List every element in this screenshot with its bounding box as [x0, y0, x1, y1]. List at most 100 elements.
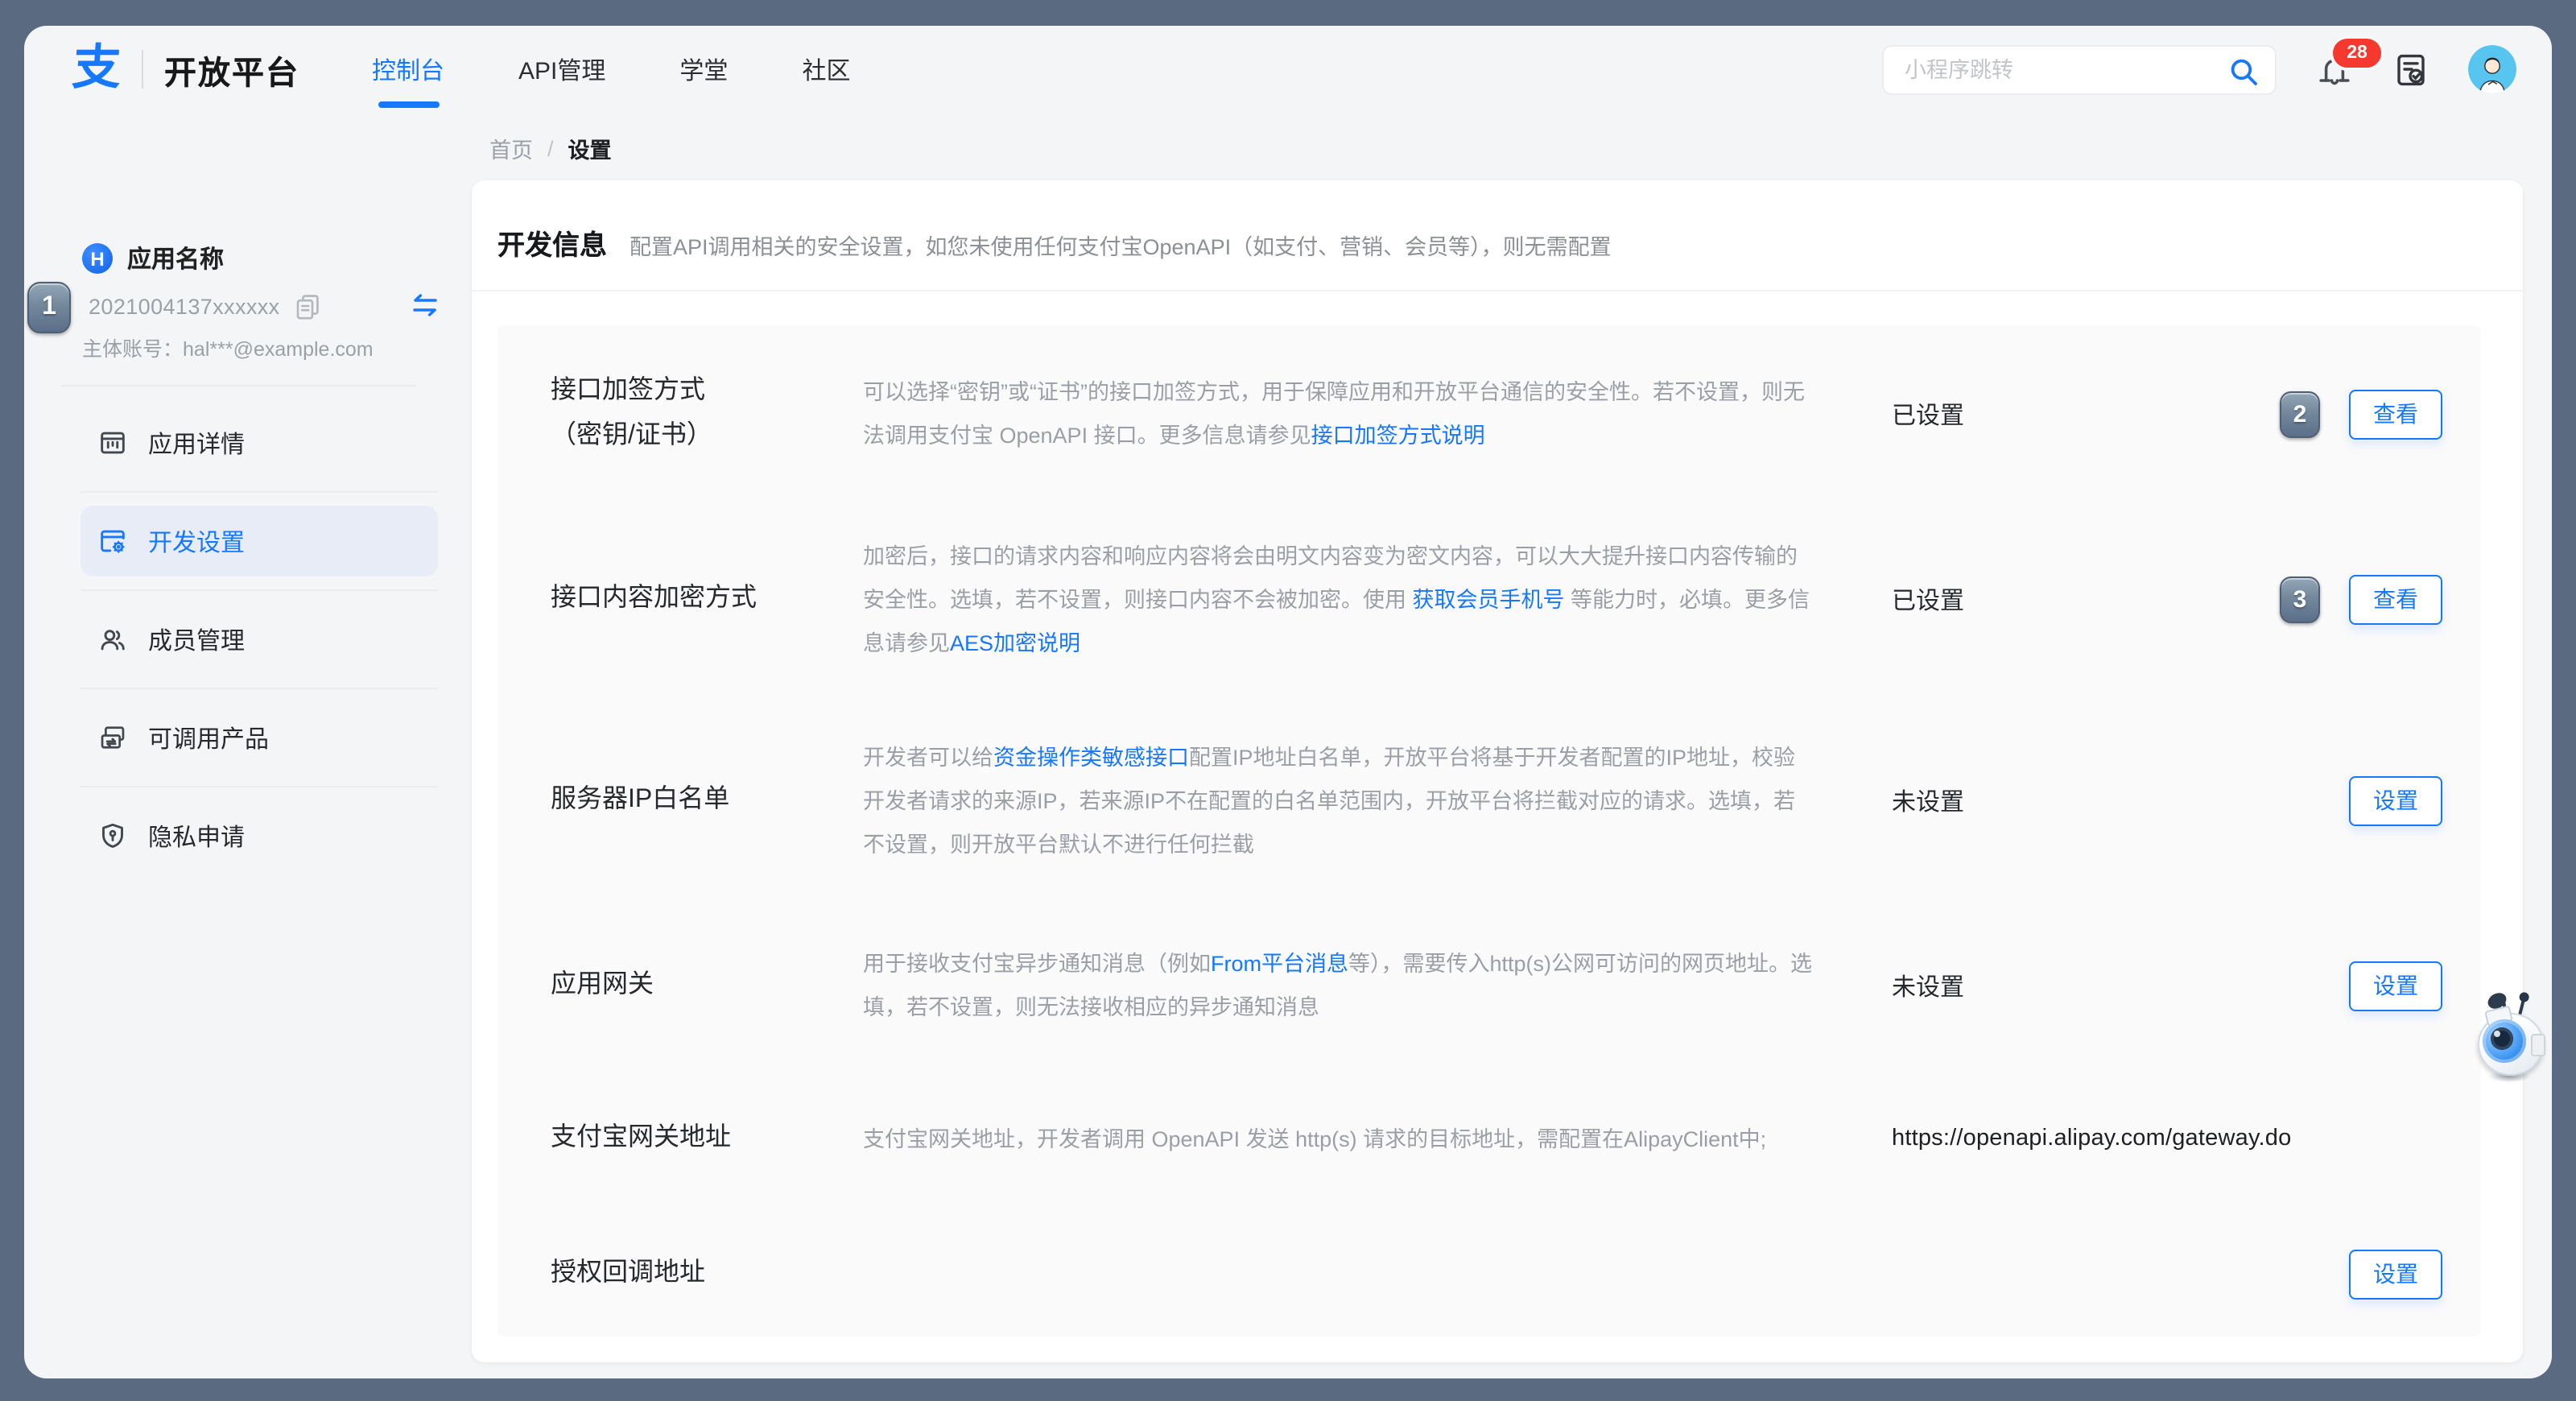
sidebar-divider [80, 688, 438, 689]
inline-link[interactable]: 获取会员手机号 [1413, 587, 1565, 611]
settings-row-3: 服务器IP白名单 开发者可以给资金操作类敏感接口配置IP地址白名单，开放平台将基… [497, 696, 2481, 905]
header-divider [472, 290, 2523, 291]
logo-divider [142, 50, 143, 89]
copy-icon[interactable] [295, 292, 320, 320]
app-avatar: H [82, 243, 113, 274]
sidebar-item-label: 开发设置 [148, 524, 245, 558]
setting-actions: 设置 [2349, 1249, 2442, 1299]
setting-actions: 设置 [2349, 961, 2442, 1010]
setting-action-button[interactable]: 设置 [2349, 961, 2442, 1010]
settings-row-4: 应用网关 用于接收支付宝异步通知消息（例如From平台消息等），需要传入http… [497, 905, 2481, 1066]
card-header: 开发信息 配置API调用相关的安全设置，如您未使用任何支付宝OpenAPI（如支… [497, 222, 2497, 262]
setting-status: 未设置 [1892, 969, 2349, 1002]
sidebar-item-2[interactable]: 开发设置 [80, 506, 438, 577]
setting-label: 应用网关 [551, 963, 863, 1008]
sidebar-item-3[interactable]: 成员管理 [80, 604, 438, 675]
todo-list-icon [2392, 51, 2429, 88]
brand-title[interactable]: 开放平台 [164, 46, 299, 93]
inline-link[interactable]: 接口加签方式说明 [1311, 424, 1485, 448]
setting-label: 接口内容加密方式 [551, 577, 863, 622]
sidebar: H 应用名称 2021004137xxxxxx [24, 129, 472, 1378]
step-badge-1: 1 [27, 282, 71, 333]
setting-description: 开发者可以给资金操作类敏感接口配置IP地址白名单，开放平台将基于开发者配置的IP… [863, 735, 1813, 866]
sidebar-divider [80, 491, 438, 493]
sidebar-item-label: 隐私申请 [148, 819, 245, 853]
setting-action-button[interactable]: 设置 [2349, 775, 2442, 825]
settings-panel: 接口加签方式（密钥/证书） 可以选择“密钥”或“证书”的接口加签方式，用于保障应… [497, 325, 2481, 1337]
page-subtitle: 配置API调用相关的安全设置，如您未使用任何支付宝OpenAPI（如支付、营销、… [630, 229, 1612, 261]
breadcrumb-home[interactable]: 首页 [489, 132, 533, 164]
dev-info-card: 开发信息 配置API调用相关的安全设置，如您未使用任何支付宝OpenAPI（如支… [472, 180, 2523, 1362]
app-name: 应用名称 [127, 242, 224, 275]
app-id-line: 2021004137xxxxxx [89, 291, 446, 320]
settings-row-6: 授权回调地址 设置 [497, 1211, 2481, 1337]
search-icon[interactable] [2228, 56, 2259, 86]
setting-description: 可以选择“密钥”或“证书”的接口加签方式，用于保障应用和开放平台通信的安全性。若… [863, 370, 1813, 457]
sidebar-divider [80, 786, 438, 787]
sidebar-menu: 应用详情 开发设置 成员管理 可调用产品 隐私申请 [80, 407, 438, 871]
setting-action-button[interactable]: 设置 [2349, 1249, 2442, 1299]
sidebar-item-label: 成员管理 [148, 622, 245, 656]
sidebar-item-label: 可调用产品 [148, 721, 269, 754]
nav-tab-2[interactable]: API管理 [518, 52, 605, 86]
nav-tab-3[interactable]: 学堂 [679, 52, 728, 86]
nav-tab-4[interactable]: 社区 [802, 52, 850, 86]
setting-value: https://openapi.alipay.com/gateway.do [1892, 1126, 2442, 1151]
setting-action-button[interactable]: 查看 [2349, 574, 2442, 624]
mascot-pupil [2491, 1027, 2513, 1050]
nav-right-group: 28 [1882, 44, 2516, 94]
setting-actions: 2 查看 [2280, 389, 2442, 439]
setting-status: 已设置 [1892, 397, 2280, 431]
settings-row-2: 接口内容加密方式 加密后，接口的请求内容和响应内容将会由明文内容变为密文内容，可… [497, 502, 2481, 696]
dev-settings-icon [98, 527, 127, 556]
mascot-ear [2531, 1034, 2545, 1056]
settings-row-1: 接口加签方式（密钥/证书） 可以选择“密钥”或“证书”的接口加签方式，用于保障应… [497, 325, 2481, 502]
sidebar-item-1[interactable]: 应用详情 [80, 407, 438, 478]
breadcrumb-current: 设置 [568, 132, 612, 164]
step-badge-2: 2 [2280, 391, 2320, 437]
setting-label: 授权回调地址 [551, 1251, 863, 1296]
setting-description: 加密后，接口的请求内容和响应内容将会由明文内容变为密文内容，可以大大提升接口内容… [863, 534, 1813, 664]
sidebar-item-5[interactable]: 隐私申请 [80, 800, 438, 871]
setting-label: 接口加签方式（密钥/证书） [551, 369, 863, 459]
app-details-icon [98, 428, 127, 457]
setting-status: 未设置 [1892, 783, 2349, 817]
notifications-button[interactable]: 28 [2315, 50, 2354, 89]
step-badge-3: 3 [2280, 576, 2320, 622]
tasks-button[interactable] [2392, 51, 2429, 88]
sidebar-divider [80, 589, 438, 591]
setting-actions: 3 查看 [2280, 574, 2442, 624]
alipay-logo-icon[interactable]: 支 [71, 45, 122, 93]
search-box[interactable] [1882, 44, 2277, 94]
setting-description: 支付宝网关地址，开发者调用 OpenAPI 发送 http(s) 请求的目标地址… [863, 1117, 1813, 1160]
assistant-mascot-icon[interactable] [2475, 994, 2545, 1081]
app-header: H 应用名称 [82, 242, 224, 275]
settings-row-5: 支付宝网关地址 支付宝网关地址，开发者调用 OpenAPI 发送 http(s)… [497, 1066, 2481, 1211]
owner-account: 主体账号：hal***@example.com [82, 332, 374, 362]
inline-link[interactable]: AES加密说明 [950, 630, 1080, 655]
members-icon [98, 625, 127, 654]
page-title: 开发信息 [497, 222, 607, 262]
nav-tab-1[interactable]: 控制台 [372, 52, 444, 86]
app-window: 支 开放平台 控制台 API管理 学堂 社区 [24, 26, 2552, 1378]
breadcrumb-separator: / [547, 136, 554, 160]
setting-label: 支付宝网关地址 [551, 1116, 863, 1161]
user-avatar[interactable] [2468, 45, 2516, 93]
sidebar-item-label: 应用详情 [148, 426, 245, 460]
sidebar-divider [61, 385, 415, 386]
setting-status: 已设置 [1892, 582, 2280, 616]
setting-description: 用于接收支付宝异步通知消息（例如From平台消息等），需要传入http(s)公网… [863, 942, 1813, 1029]
notification-count-badge: 28 [2330, 35, 2384, 71]
breadcrumb: 首页 / 设置 [489, 132, 612, 164]
search-input[interactable] [1884, 46, 2275, 93]
setting-label: 服务器IP白名单 [551, 778, 863, 823]
top-navigation: 支 开放平台 控制台 API管理 学堂 社区 [24, 26, 2552, 129]
privacy-icon [98, 821, 127, 850]
setting-action-button[interactable]: 查看 [2349, 389, 2442, 439]
inline-link[interactable]: From平台消息 [1211, 952, 1348, 976]
products-icon [98, 723, 127, 752]
switch-app-icon[interactable] [411, 293, 440, 317]
sidebar-item-4[interactable]: 可调用产品 [80, 702, 438, 773]
inline-link[interactable]: 资金操作类敏感接口 [993, 745, 1189, 769]
setting-actions: 设置 [2349, 775, 2442, 825]
